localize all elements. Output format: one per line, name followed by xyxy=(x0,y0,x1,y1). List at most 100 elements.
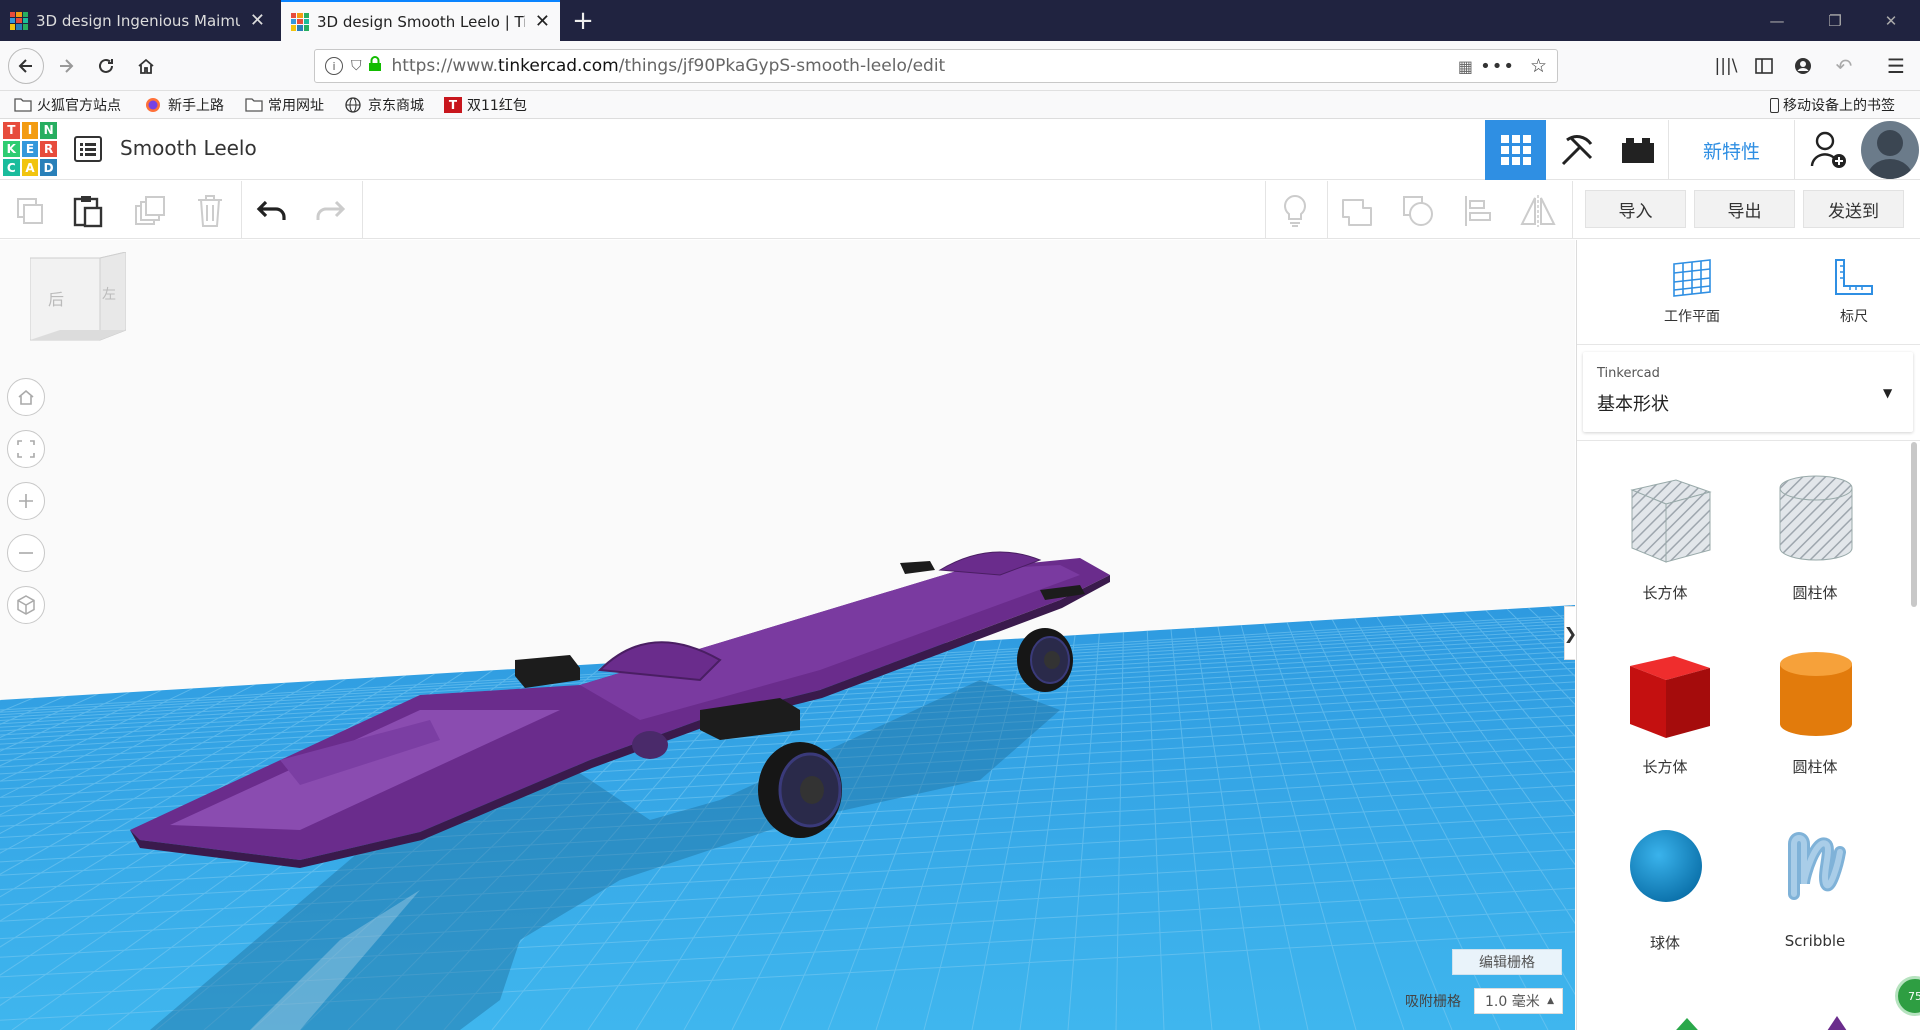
collapse-panel-icon[interactable]: ❯ xyxy=(1564,606,1575,660)
group-icon xyxy=(1342,199,1372,226)
page-actions-icon[interactable]: ••• xyxy=(1480,56,1515,77)
undo-button[interactable] xyxy=(252,191,292,231)
shape-label: 圆柱体 xyxy=(1792,584,1838,602)
home-view-button[interactable] xyxy=(7,378,45,416)
redo-button[interactable] xyxy=(310,191,350,231)
close-tab-icon[interactable]: ✕ xyxy=(535,12,550,31)
grid-icon xyxy=(1500,135,1531,165)
mobile-bookmarks-label: 移动设备上的书签 xyxy=(1783,98,1895,114)
shape-cylinder-hole[interactable]: 圆柱体 xyxy=(1745,462,1885,612)
minimize-icon[interactable]: — xyxy=(1748,0,1806,41)
ungroup-icon xyxy=(1403,196,1433,226)
3d-view-button[interactable] xyxy=(1485,120,1546,180)
progress-badge[interactable]: 75 xyxy=(1895,976,1920,1016)
add-user-button[interactable] xyxy=(1798,120,1859,180)
view-cube[interactable]: 后 左 xyxy=(29,251,127,348)
export-button[interactable]: 导出 xyxy=(1694,190,1795,228)
group-button[interactable] xyxy=(1337,191,1377,231)
snap-grid-select[interactable]: 1.0 毫米 ▲ xyxy=(1474,988,1563,1014)
mobile-bookmarks[interactable]: 移动设备上的书签 xyxy=(1770,95,1895,115)
design-list-icon[interactable] xyxy=(74,136,102,164)
undo-close-icon[interactable]: ↶ xyxy=(1828,50,1860,82)
lego-view-button[interactable] xyxy=(1607,120,1668,180)
workplane-icon xyxy=(1673,259,1711,297)
avatar[interactable] xyxy=(1861,121,1919,179)
logo-letter: K xyxy=(3,140,20,158)
edit-grid-button[interactable]: 编辑栅格 xyxy=(1452,949,1562,975)
ruler-label: 标尺 xyxy=(1840,309,1868,325)
close-window-icon[interactable]: ✕ xyxy=(1862,0,1920,41)
fit-view-button[interactable] xyxy=(7,430,45,468)
bookmark-item[interactable]: 火狐官方站点 xyxy=(14,95,121,115)
copy-button[interactable] xyxy=(10,191,50,231)
tracking-shield-icon[interactable]: ⛉ xyxy=(351,58,362,74)
shape-box[interactable]: 长方体 xyxy=(1595,638,1735,788)
shape-cylinder[interactable]: 圆柱体 xyxy=(1745,638,1885,788)
snap-grid-label: 吸附栅格 xyxy=(1405,994,1461,1010)
account-icon[interactable] xyxy=(1787,50,1819,82)
bookmark-star-icon[interactable]: ☆ xyxy=(1530,55,1547,77)
restore-icon[interactable]: ❐ xyxy=(1806,0,1864,41)
project-title[interactable]: Smooth Leelo xyxy=(120,136,257,160)
paste-button[interactable] xyxy=(68,191,108,231)
duplicate-button[interactable] xyxy=(130,191,170,231)
view-cube-back-label: 后 xyxy=(48,290,65,309)
shape-label: 圆柱体 xyxy=(1792,758,1838,776)
bookmark-item[interactable]: 常用网址 xyxy=(245,95,324,115)
lightbulb-icon xyxy=(1284,194,1306,227)
browser-tab-1[interactable]: 3D design Ingenious Maimu ✕ xyxy=(0,0,275,41)
bookmark-item[interactable]: 京东商城 xyxy=(345,95,424,115)
perspective-button[interactable] xyxy=(7,586,45,624)
shape-scribble[interactable]: Scribble xyxy=(1745,814,1885,964)
bookmark-item[interactable]: T 双11红包 xyxy=(444,95,527,115)
app-header: TIN KER CAD Smooth Leelo 新特性 xyxy=(0,120,1920,180)
menu-icon[interactable]: ☰ xyxy=(1880,50,1912,82)
bookmarks-bar: 火狐官方站点 新手上路 常用网址 京东商城 T 双11红包 移动设备上的书签 xyxy=(0,91,1920,119)
close-tab-icon[interactable]: ✕ xyxy=(250,11,265,30)
tinkercad-logo[interactable]: TIN KER CAD xyxy=(3,122,57,176)
workplane-tool[interactable]: 工作平面 xyxy=(1637,256,1747,328)
logo-letter: C xyxy=(3,159,20,176)
zoom-out-button[interactable] xyxy=(7,534,45,572)
send-to-button[interactable]: 发送到 xyxy=(1803,190,1904,228)
trash-icon xyxy=(198,195,222,227)
minecraft-view-button[interactable] xyxy=(1546,120,1607,180)
3d-workplane[interactable]: 后 左 ❯ 编辑栅格 吸附栅格 1.0 毫米 ▲ xyxy=(0,240,1575,1030)
shapes-panel: 工作平面 标尺 Tinkercad 基本形状 ▼ 长方体 圆柱体 长方体 圆柱体… xyxy=(1576,240,1920,1030)
ruler-tool[interactable]: 标尺 xyxy=(1799,256,1909,328)
t-icon: T xyxy=(444,97,462,113)
qr-code-icon[interactable]: ▦ xyxy=(1458,57,1473,76)
shape-label: 球体 xyxy=(1649,934,1680,952)
home-icon[interactable] xyxy=(130,50,162,82)
zoom-in-button[interactable] xyxy=(7,482,45,520)
shape-roof[interactable] xyxy=(1657,1010,1717,1030)
delete-button[interactable] xyxy=(190,191,230,231)
toolbar-divider xyxy=(1572,181,1573,239)
info-icon[interactable]: i xyxy=(325,57,343,75)
mirror-button[interactable] xyxy=(1518,191,1558,231)
shape-sphere[interactable]: 球体 xyxy=(1595,814,1735,964)
back-arrow-icon[interactable] xyxy=(8,48,44,84)
import-button[interactable]: 导入 xyxy=(1585,190,1686,228)
reload-icon[interactable] xyxy=(90,50,122,82)
shape-library-select[interactable]: Tinkercad 基本形状 ▼ xyxy=(1583,352,1913,432)
align-button[interactable] xyxy=(1458,191,1498,231)
bookmark-item[interactable]: 新手上路 xyxy=(145,95,224,115)
new-tab-icon[interactable]: + xyxy=(568,6,598,36)
shape-box-hole[interactable]: 长方体 xyxy=(1595,462,1735,612)
sidebar-icon[interactable] xyxy=(1748,50,1780,82)
browser-tab-2[interactable]: 3D design Smooth Leelo | Ti ✕ xyxy=(281,0,560,41)
shape-pyramid[interactable] xyxy=(1807,1010,1867,1030)
forward-arrow-icon[interactable] xyxy=(50,50,82,82)
edit-toolbar: 导入 导出 发送到 xyxy=(0,181,1920,239)
copy-icon xyxy=(17,198,43,224)
pickaxe-icon xyxy=(1561,135,1592,166)
whats-new-button[interactable]: 新特性 xyxy=(1668,120,1795,180)
ungroup-button[interactable] xyxy=(1398,191,1438,231)
library-icon[interactable]: |||\ xyxy=(1710,50,1742,82)
snap-grid-value: 1.0 毫米 xyxy=(1485,994,1540,1010)
panel-scrollbar[interactable] xyxy=(1911,442,1917,607)
notes-button[interactable] xyxy=(1275,191,1315,231)
library-name: 基本形状 xyxy=(1597,394,1669,415)
url-bar[interactable]: i ⛉ https://www.tinkercad.com/things/jf9… xyxy=(314,49,1558,83)
